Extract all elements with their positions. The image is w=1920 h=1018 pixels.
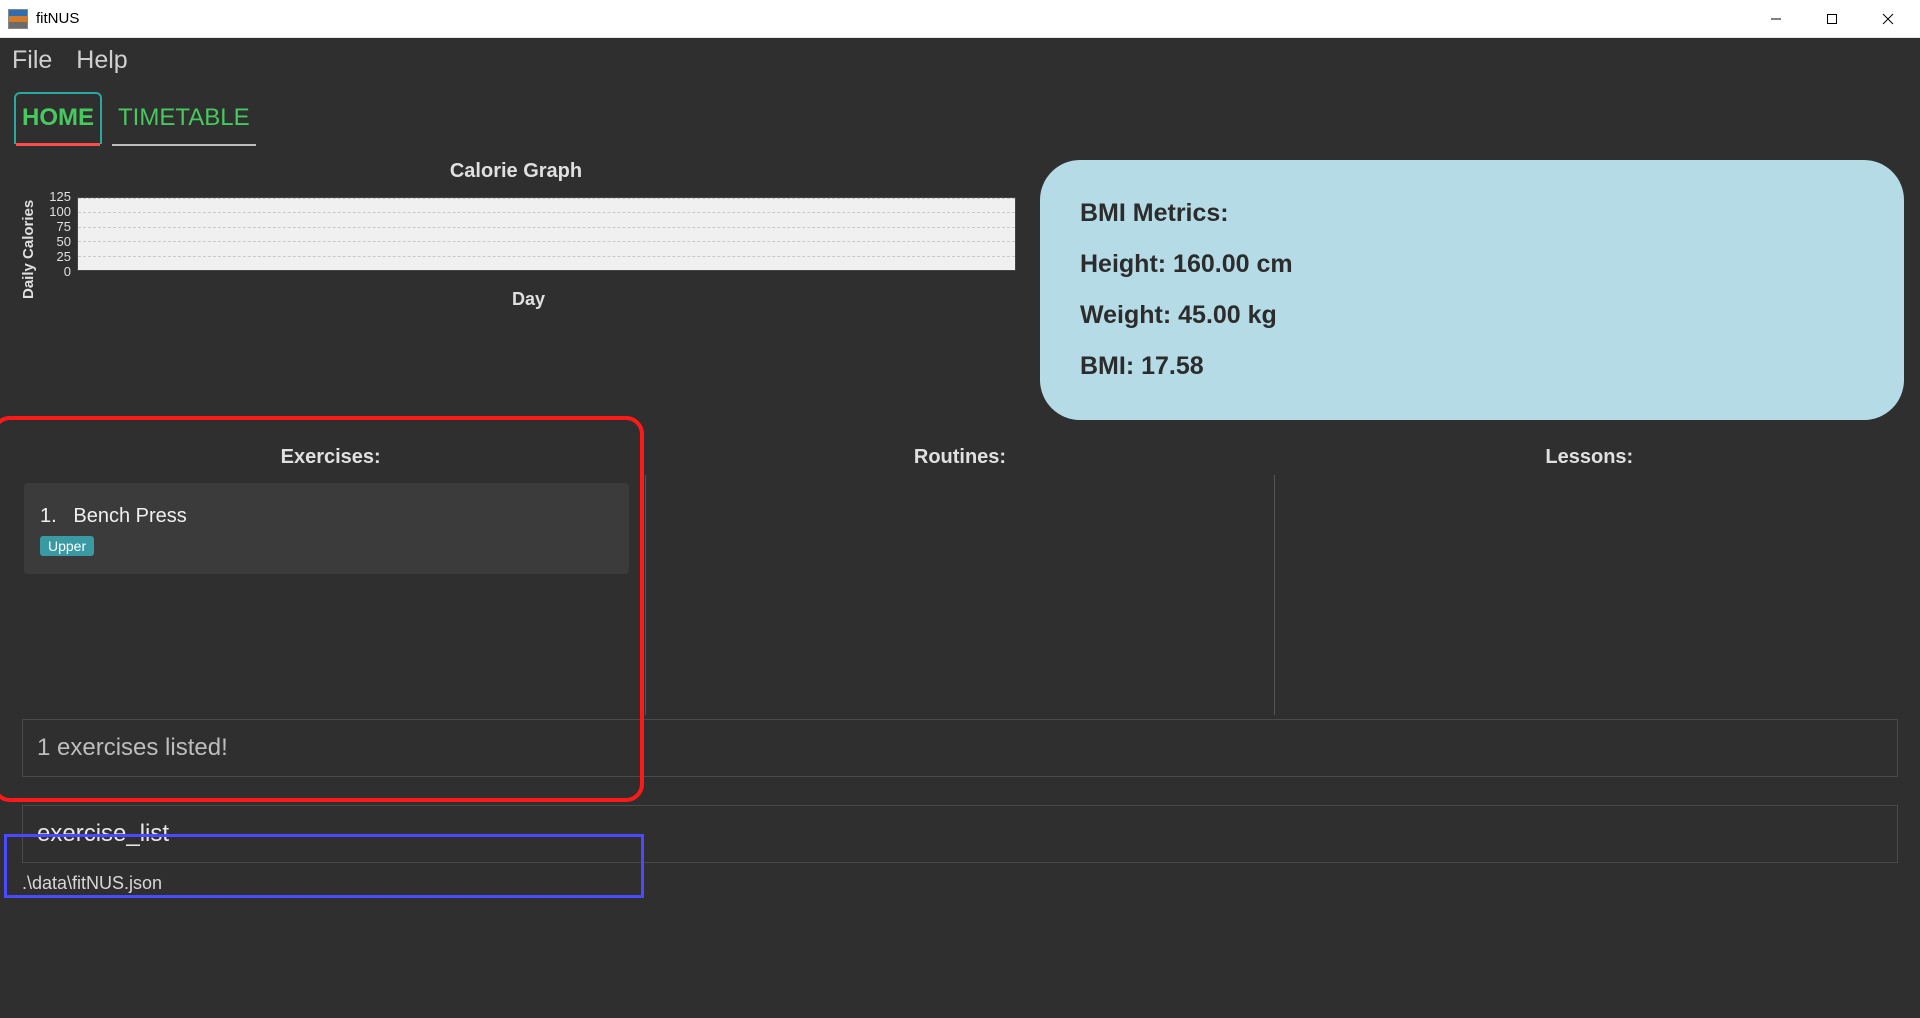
command-input-row[interactable]	[22, 805, 1898, 863]
command-input[interactable]	[37, 820, 1883, 848]
exercises-header: Exercises:	[16, 440, 645, 475]
chart-title: Calorie Graph	[450, 160, 582, 183]
chart-xlabel: Day	[41, 289, 1016, 310]
minimize-button[interactable]	[1748, 0, 1804, 38]
chart-plot-area	[77, 197, 1016, 271]
lessons-header: Lessons:	[1275, 440, 1904, 475]
exercise-tag: Upper	[40, 536, 94, 556]
bmi-card: BMI Metrics: Height: 160.00 cm Weight: 4…	[1040, 160, 1904, 420]
calorie-chart: Calorie Graph Daily Calories 125 100 75 …	[16, 160, 1016, 420]
maximize-button[interactable]	[1804, 0, 1860, 38]
routines-header: Routines:	[645, 440, 1274, 475]
exercise-item[interactable]: 1. Bench Press Upper	[24, 483, 629, 574]
menubar: File Help	[0, 38, 1920, 82]
exercises-column: 1. Bench Press Upper	[16, 475, 645, 715]
tab-timetable[interactable]: TIMETABLE	[112, 94, 256, 144]
tabbar: HOME TIMETABLE	[0, 82, 1920, 144]
exercise-name: Bench Press	[73, 505, 186, 527]
bmi-title: BMI Metrics:	[1080, 199, 1684, 228]
bmi-value: BMI: 17.58	[1080, 352, 1684, 381]
window-titlebar: fitNUS	[0, 0, 1920, 38]
chart-yticks: 125 100 75 50 25 0	[41, 189, 77, 279]
menu-help[interactable]: Help	[76, 46, 127, 75]
routines-column	[645, 475, 1275, 715]
chart-ylabel: Daily Calories	[16, 189, 41, 310]
footer-path: .\data\fitNUS.json	[16, 863, 1904, 904]
menu-file[interactable]: File	[12, 46, 52, 75]
tab-home[interactable]: HOME	[14, 92, 102, 144]
bmi-height: Height: 160.00 cm	[1080, 250, 1684, 279]
exercise-index: 1.	[40, 505, 57, 527]
close-button[interactable]	[1860, 0, 1916, 38]
lessons-column	[1274, 475, 1904, 715]
window-title: fitNUS	[36, 10, 79, 27]
app-icon	[8, 9, 28, 29]
bmi-weight: Weight: 45.00 kg	[1080, 301, 1684, 330]
status-message: 1 exercises listed!	[22, 719, 1898, 777]
